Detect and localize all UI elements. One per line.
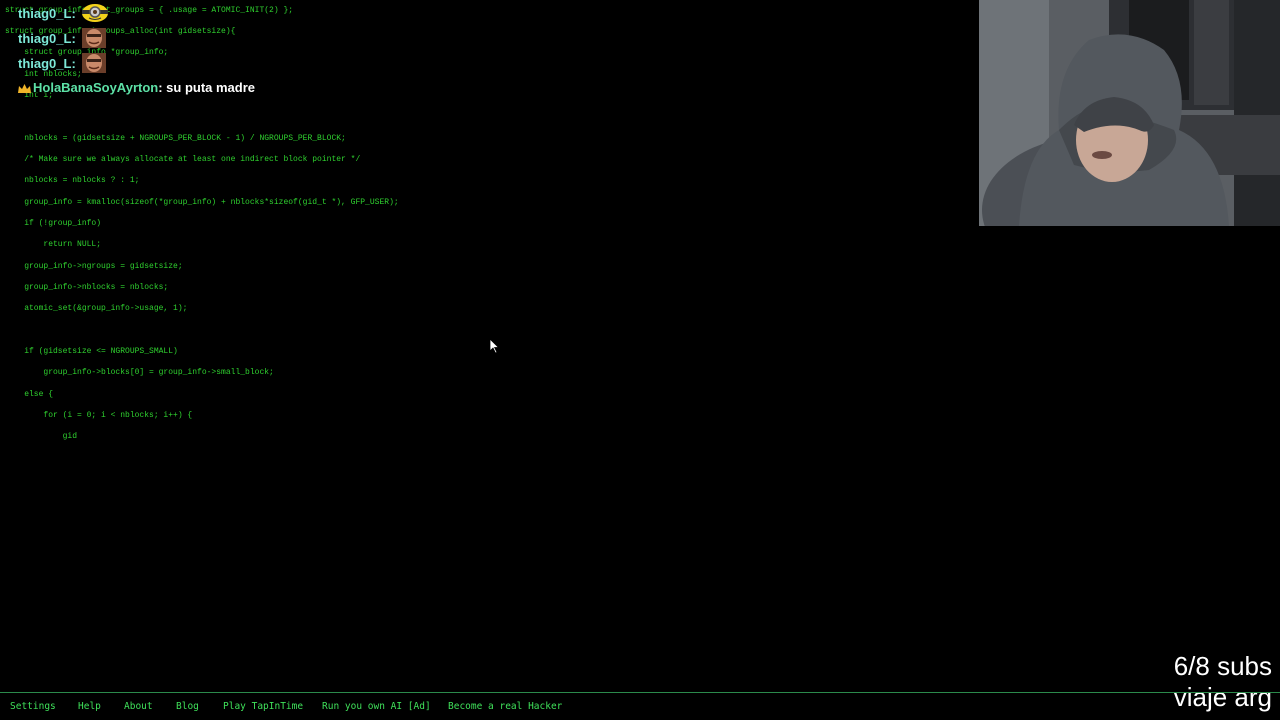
chat-text: : su puta madre [158,79,256,95]
subs-overlay: 6/8 subs viaje arg [1174,651,1272,713]
code-line: for (i = 0; i < nblocks; i++) { [5,411,193,420]
chat-username: thiag0_L: [18,5,76,21]
menu-help-link[interactable]: Help [78,701,101,712]
chat-username: thiag0_L: [18,30,76,46]
chat-username: HolaBanaSoyAyrton [33,79,159,95]
code-line: group_info->ngroups = gidsetsize; [5,262,183,271]
chat-username: thiag0_L: [18,55,76,71]
code-editor: struct group_info init_groups = { .usage… [5,0,399,441]
menu-run-ai-link[interactable]: Run you own AI [Ad] [322,701,431,712]
crown-icon [18,82,31,93]
code-line: else { [5,390,54,399]
chat-message: thiag0_L: [18,3,110,23]
code-line: group_info->nblocks = nblocks; [5,283,169,292]
mouse-cursor-icon [489,338,500,355]
minion-emote-icon [80,3,110,23]
code-line: gid [5,432,78,441]
webcam-feed [979,0,1280,226]
code-line: atomic_set(&group_info->usage, 1); [5,304,188,313]
bottom-divider [0,692,1280,693]
chat-message: HolaBanaSoyAyrton : su puta madre [18,77,255,97]
face-emote-icon [80,53,110,73]
subs-goal: viaje arg [1173,682,1272,712]
menu-about-link[interactable]: About [124,701,153,712]
menu-become-hacker-link[interactable]: Become a real Hacker [448,701,562,712]
menu-play-tapintime-link[interactable]: Play TapInTime [223,701,303,712]
chat-message: thiag0_L: [18,28,110,48]
code-line: return NULL; [5,240,102,249]
chat-overlay: thiag0_L: thiag0_L: thiag0_L: HolaBanaSo… [18,3,378,103]
code-line: if (!group_info) [5,219,102,228]
code-line: if (gidsetsize <= NGROUPS_SMALL) [5,347,178,356]
code-line: group_info->blocks[0] = group_info->smal… [5,368,274,377]
code-line: /* Make sure we always allocate at least… [5,155,361,164]
subs-count: 6/8 subs [1173,651,1272,681]
chat-message: thiag0_L: [18,53,110,73]
code-line: nblocks = (gidsetsize + NGROUPS_PER_BLOC… [5,134,346,143]
menu-blog-link[interactable]: Blog [176,701,199,712]
menu-settings-link[interactable]: Settings [10,701,56,712]
code-line: nblocks = nblocks ? : 1; [5,176,140,185]
code-line: group_info = kmalloc(sizeof(*group_info)… [5,198,399,207]
face-emote-icon [80,28,110,48]
